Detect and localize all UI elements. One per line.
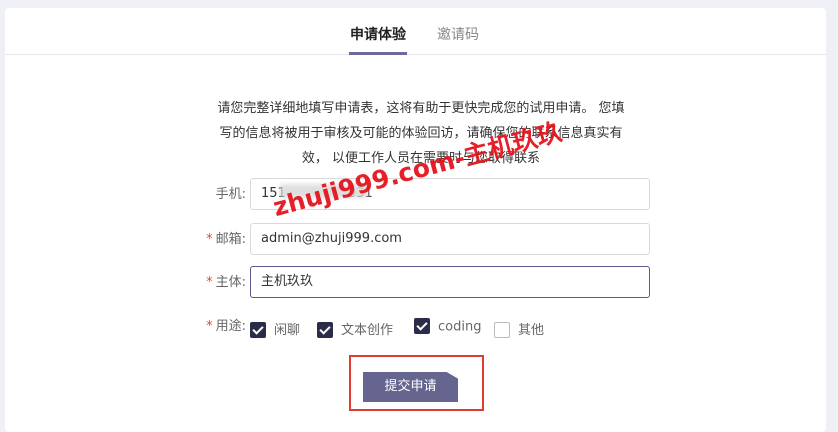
- entity-field[interactable]: 主机玖玖: [250, 266, 650, 298]
- entity-row: * 主体: 主机玖玖: [5, 266, 826, 300]
- active-tab-indicator: [349, 52, 407, 55]
- email-label: * 邮箱:: [206, 232, 246, 247]
- intro-line-1: 请您完整详细地填写申请表，这将有助于更快完成您的试用申请。 您填: [217, 101, 625, 116]
- email-row: * 邮箱: admin@zhuji999.com: [5, 223, 826, 257]
- entity-label: * 主体:: [206, 275, 246, 290]
- usage-option-other[interactable]: 其他: [494, 319, 544, 338]
- tab-bar: 申请体验 邀请码: [5, 8, 826, 55]
- usage-row: * 用途: 闲聊 文本创作 coding 其他: [5, 310, 826, 344]
- checkbox-checked-icon[interactable]: [250, 321, 266, 338]
- usage-option-writing[interactable]: 文本创作: [317, 319, 393, 338]
- phone-label: 手机:: [215, 187, 246, 202]
- intro-line-2: 写的信息将被用于审核及可能的体验回访，请确保您的联系信息真实有: [219, 126, 623, 141]
- required-mark: *: [206, 275, 213, 290]
- usage-option-chat[interactable]: 闲聊: [250, 319, 300, 338]
- checkbox-checked-icon[interactable]: [317, 321, 333, 338]
- email-field[interactable]: admin@zhuji999.com: [250, 223, 650, 255]
- required-mark: *: [206, 319, 213, 334]
- tab-invite-code[interactable]: 邀请码: [437, 24, 479, 44]
- checkbox-checked-icon[interactable]: [414, 318, 430, 334]
- tab-apply-trial[interactable]: 申请体验: [350, 24, 406, 44]
- checkbox-unchecked-icon[interactable]: [494, 321, 510, 338]
- required-mark: *: [206, 232, 213, 247]
- usage-label: * 用途:: [206, 319, 246, 334]
- submit-button[interactable]: 提交申请: [363, 372, 458, 402]
- usage-option-coding[interactable]: coding: [414, 318, 481, 337]
